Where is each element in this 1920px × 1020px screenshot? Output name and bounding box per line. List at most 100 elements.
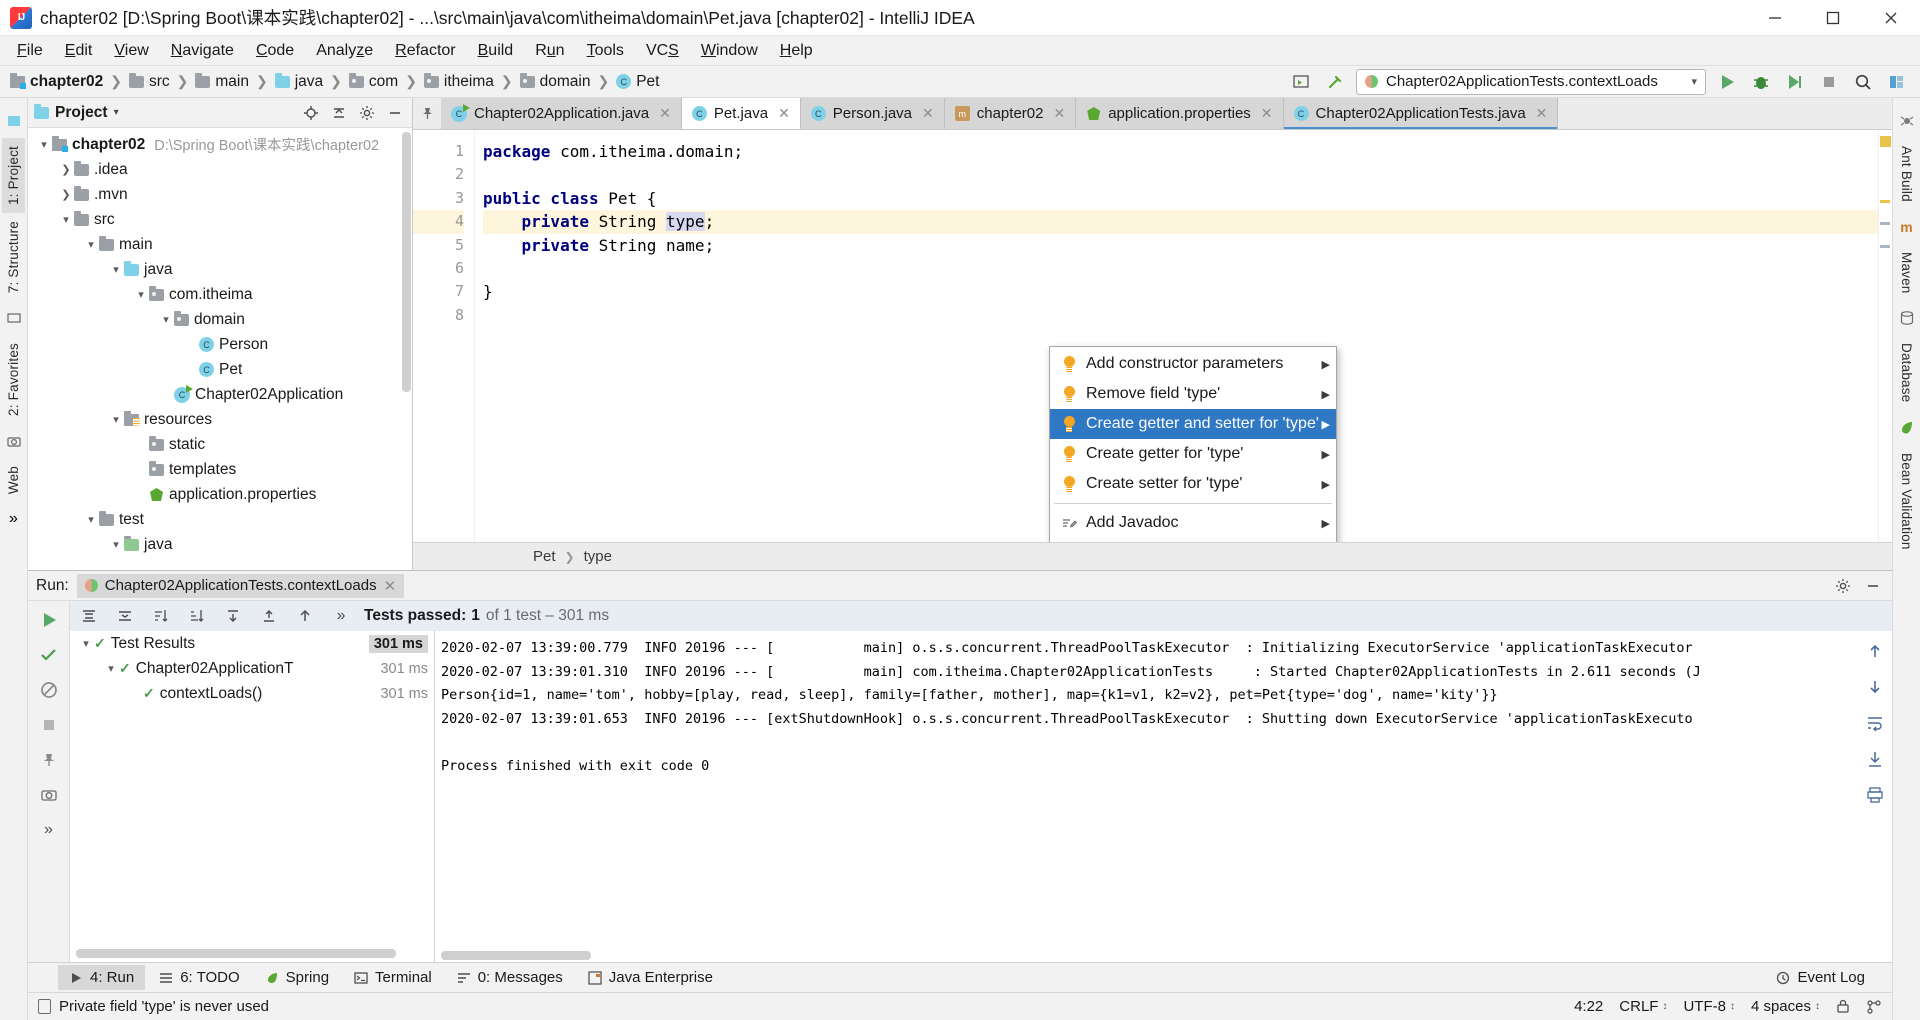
menu-build[interactable]: Build [467, 39, 525, 63]
bean-validation-rail-icon[interactable] [1896, 417, 1918, 439]
file-encoding[interactable]: UTF-8 ↕ [1683, 998, 1735, 1015]
menu-refactor[interactable]: Refactor [384, 39, 466, 63]
breadcrumb-class[interactable]: Pet [533, 548, 556, 565]
minimize-icon[interactable] [1746, 0, 1804, 35]
bottom-button-spring[interactable]: Spring [254, 965, 340, 990]
project-tree-scrollbar[interactable] [402, 132, 411, 392]
toggle-auto-test-icon[interactable] [36, 677, 62, 703]
breadcrumb-chapter02[interactable]: chapter02 [8, 72, 105, 91]
close-icon[interactable]: ✕ [384, 577, 397, 595]
info-marker[interactable] [1880, 245, 1890, 248]
scroll-up-icon[interactable] [1863, 639, 1887, 663]
editor-tab-pet[interactable]: C Pet.java ✕ [681, 98, 801, 129]
rail-tab-maven[interactable]: Maven [1895, 244, 1918, 302]
tree-row-chapter02[interactable]: ▾ chapter02 D:\Spring Boot\课本实践\chapter0… [28, 132, 412, 157]
project-view-icon[interactable] [3, 110, 25, 132]
rail-tab-bean-validation[interactable]: Bean Validation [1895, 445, 1918, 558]
chevron-right-icon[interactable]: ❯ [58, 188, 74, 201]
breadcrumb-com[interactable]: com [347, 72, 400, 91]
test-results-tree[interactable]: ▾ ✓ Test Results 301 ms ▾ ✓ Chapter02App… [70, 631, 435, 962]
branch-icon[interactable] [1866, 999, 1882, 1014]
ant-build-rail-icon[interactable] [1896, 110, 1918, 132]
database-rail-icon[interactable] [1896, 307, 1918, 329]
chevron-down-icon[interactable]: ▾ [108, 413, 124, 426]
editor-tab-application-properties[interactable]: application.properties ✕ [1076, 98, 1284, 129]
menu-vcs[interactable]: VCS [635, 39, 690, 63]
stop-icon[interactable] [1816, 69, 1842, 95]
indent-setting[interactable]: 4 spaces ↕ [1751, 998, 1820, 1015]
chevron-down-icon[interactable]: ▾ [78, 637, 94, 650]
chevron-down-icon[interactable]: ▾ [36, 138, 52, 151]
tree-row-application-properties[interactable]: application.properties [28, 482, 412, 507]
collapse-all-icon[interactable] [328, 102, 350, 124]
scroll-down-icon[interactable] [1863, 675, 1887, 699]
sort-alphabetically-icon[interactable] [148, 603, 174, 629]
bottom-button-terminal[interactable]: Terminal [343, 965, 443, 990]
tree-row-mvn[interactable]: ❯ .mvn [28, 182, 412, 207]
test-tree-hscrollbar[interactable] [76, 949, 396, 958]
breadcrumb-itheima[interactable]: itheima [422, 72, 496, 91]
intention-actions-context-menu[interactable]: Add constructor parameters ▶ Remove fiel… [1049, 346, 1337, 542]
breadcrumb-field[interactable]: type [584, 548, 612, 565]
close-icon[interactable]: ✕ [922, 105, 934, 122]
editor-marker-bar[interactable] [1878, 130, 1892, 542]
menu-item-convert-to-threadlocal[interactable]: Convert to ThreadLocal ▶ [1050, 538, 1336, 542]
menu-item-create-getter-and-setter-for-type[interactable]: Create getter and setter for 'type' ▶ [1050, 409, 1336, 439]
tree-row-test[interactable]: ▾ test [28, 507, 412, 532]
editor-tab-chapter02-maven[interactable]: m chapter02 ✕ [944, 98, 1077, 129]
hammer-icon[interactable] [1322, 69, 1348, 95]
import-icon[interactable] [256, 603, 282, 629]
breadcrumb-main[interactable]: main [193, 72, 251, 91]
breadcrumb-pet[interactable]: C Pet [614, 73, 661, 91]
tree-row-com-itheima[interactable]: ▾ com.itheima [28, 282, 412, 307]
scroll-to-end-icon[interactable] [1863, 747, 1887, 771]
menu-item-create-getter-for-type[interactable]: Create getter for 'type' ▶ [1050, 439, 1336, 469]
run-configuration-selector[interactable]: Chapter02ApplicationTests.contextLoads ▾ [1356, 68, 1706, 95]
more-icon[interactable]: » [36, 817, 62, 843]
expand-all-icon[interactable] [76, 603, 102, 629]
menu-item-create-setter-for-type[interactable]: Create setter for 'type' ▶ [1050, 469, 1336, 499]
test-row-test-results[interactable]: ▾ ✓ Test Results 301 ms [70, 631, 434, 656]
close-icon[interactable]: ✕ [778, 105, 790, 122]
menu-navigate[interactable]: Navigate [160, 39, 245, 63]
rail-tab-ant-build[interactable]: Ant Build [1895, 138, 1918, 210]
menu-code[interactable]: Code [245, 39, 305, 63]
gear-icon[interactable] [1832, 575, 1854, 597]
rail-tab-database[interactable]: Database [1895, 335, 1918, 410]
sidebar-tab-project[interactable]: 1: Project [2, 138, 25, 214]
tree-row-resources[interactable]: ▾ resources [28, 407, 412, 432]
gear-icon[interactable] [356, 102, 378, 124]
tree-row-chapter02application[interactable]: C Chapter02Application [28, 382, 412, 407]
close-icon[interactable]: ✕ [1261, 105, 1273, 122]
tree-row-src[interactable]: ▾ src [28, 207, 412, 232]
test-row-contextloads[interactable]: ✓ contextLoads() 301 ms [70, 681, 434, 706]
menu-run[interactable]: Run [524, 39, 575, 63]
bottom-button-todo[interactable]: 6: TODO [148, 965, 250, 990]
chevron-down-icon[interactable]: ▾ [108, 263, 124, 276]
menu-edit[interactable]: Edit [54, 39, 104, 63]
menu-window[interactable]: Window [690, 39, 769, 63]
export-icon[interactable] [220, 603, 246, 629]
caret-position[interactable]: 4:22 [1574, 998, 1603, 1015]
debug-icon[interactable] [1748, 69, 1774, 95]
tree-row-static[interactable]: static [28, 432, 412, 457]
bottom-button-java-enterprise[interactable]: Java Enterprise [577, 965, 724, 990]
stop-icon[interactable] [36, 712, 62, 738]
menu-tools[interactable]: Tools [576, 39, 635, 63]
print-icon[interactable] [1863, 783, 1887, 807]
menu-analyze[interactable]: Analyze [305, 39, 384, 63]
tree-row-main[interactable]: ▾ main [28, 232, 412, 257]
sidebar-tab-web[interactable]: Web [2, 458, 25, 502]
close-icon[interactable]: ✕ [659, 105, 671, 122]
menu-view[interactable]: View [103, 39, 159, 63]
editor-tab-person[interactable]: C Person.java ✕ [800, 98, 945, 129]
tree-row-domain[interactable]: ▾ domain [28, 307, 412, 332]
run-icon[interactable] [1714, 69, 1740, 95]
editor-tab-chapter02application[interactable]: C Chapter02Application.java ✕ [441, 98, 682, 129]
chevron-down-icon[interactable]: ▾ [83, 238, 99, 251]
maximize-icon[interactable] [1804, 0, 1862, 35]
hide-icon[interactable] [384, 102, 406, 124]
soft-wrap-icon[interactable] [1863, 711, 1887, 735]
tree-row-java-main[interactable]: ▾ java [28, 257, 412, 282]
menu-help[interactable]: Help [769, 39, 824, 63]
